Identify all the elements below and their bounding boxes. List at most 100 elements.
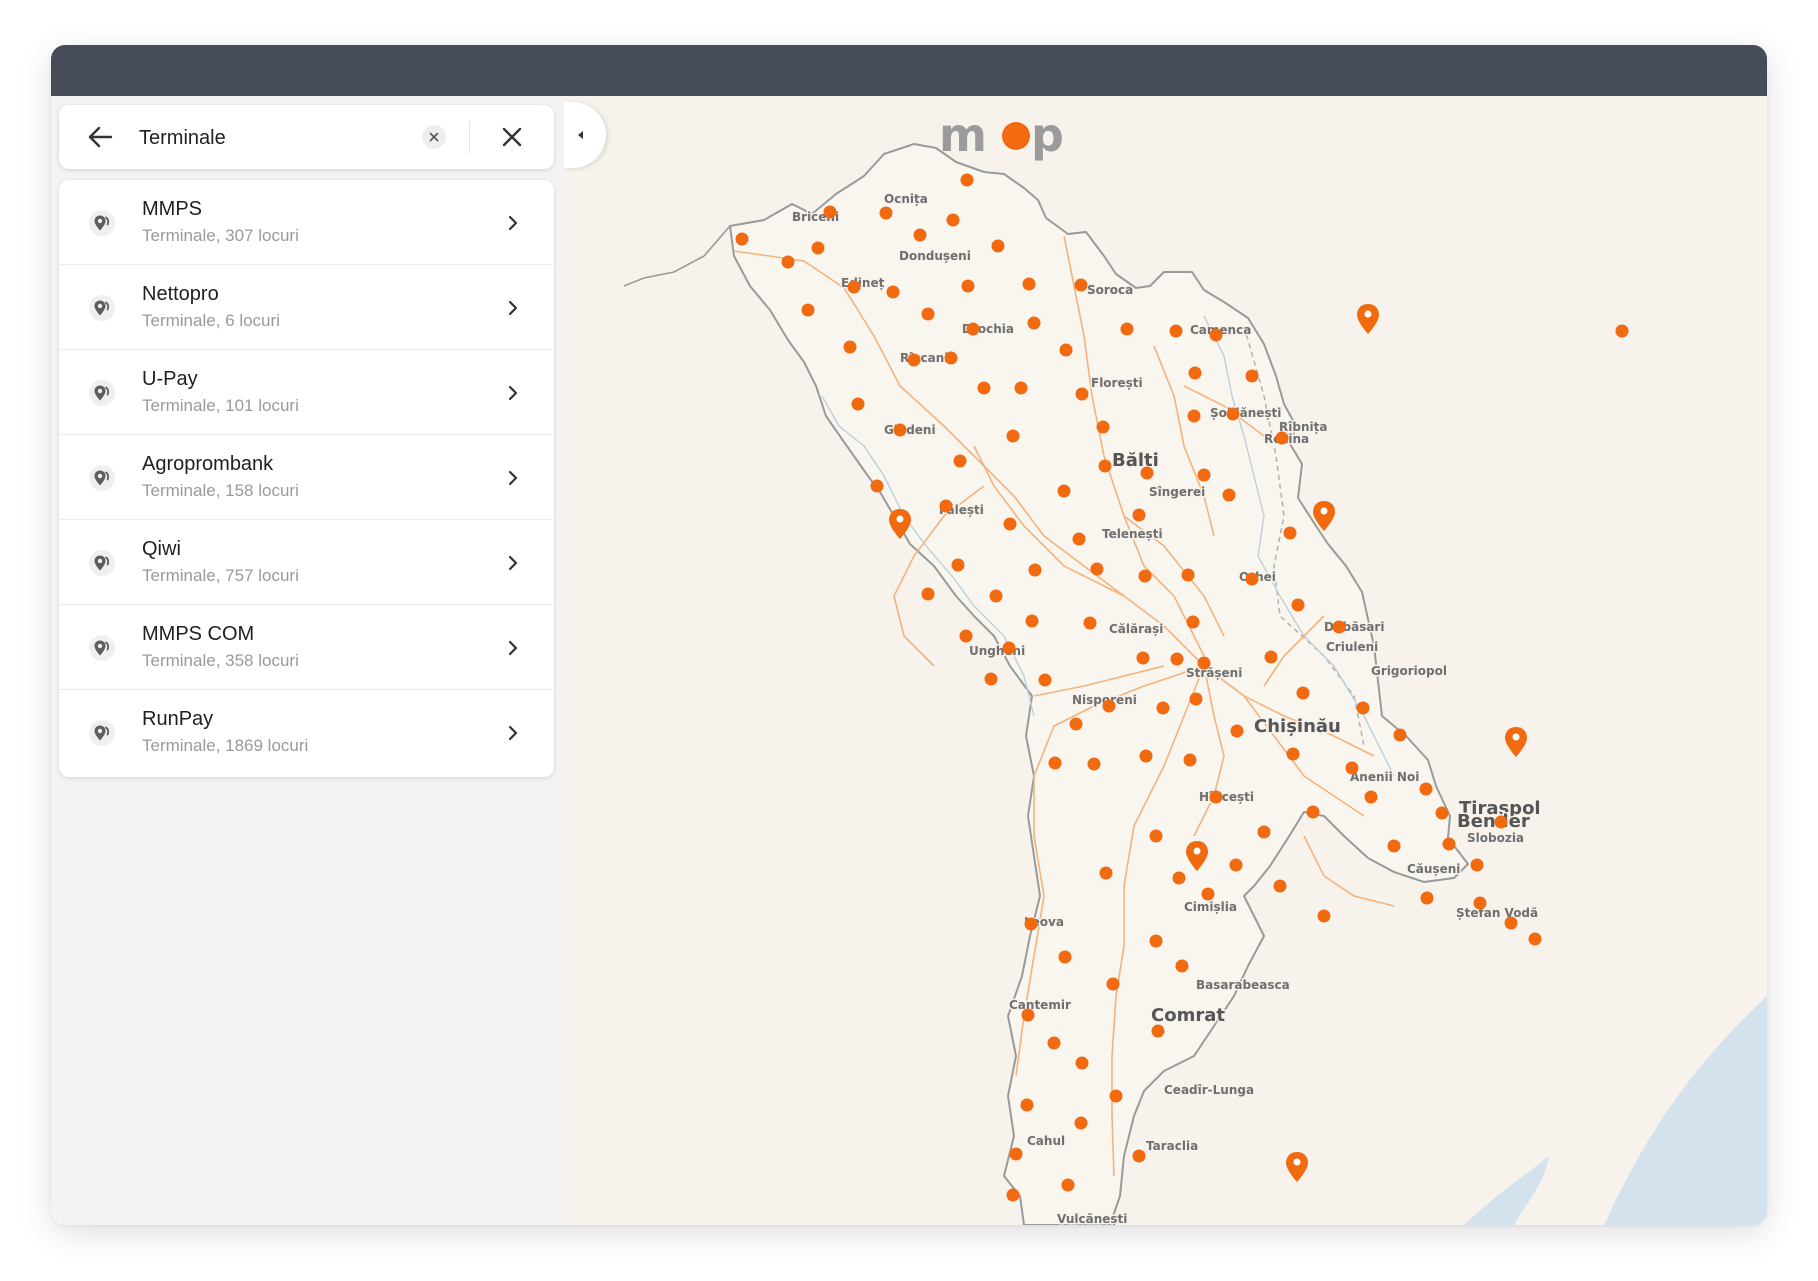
result-item-agroprombank[interactable]: Agroprombank Terminale, 158 locuri	[59, 435, 554, 520]
terminal-marker[interactable]	[1075, 1056, 1089, 1070]
terminal-marker[interactable]	[977, 381, 991, 395]
terminal-marker[interactable]	[1074, 1116, 1088, 1130]
terminal-marker[interactable]	[1230, 724, 1244, 738]
terminal-marker[interactable]	[1197, 468, 1211, 482]
terminal-marker[interactable]	[1245, 369, 1259, 383]
terminal-marker[interactable]	[966, 322, 980, 336]
terminal-marker[interactable]	[1172, 871, 1186, 885]
terminal-marker[interactable]	[1149, 829, 1163, 843]
terminal-marker[interactable]	[886, 285, 900, 299]
terminal-marker[interactable]	[1138, 569, 1152, 583]
terminal-marker[interactable]	[851, 397, 865, 411]
terminal-marker[interactable]	[1420, 891, 1434, 905]
location-pin-icon[interactable]	[1505, 727, 1527, 757]
terminal-marker[interactable]	[1027, 316, 1041, 330]
terminal-marker[interactable]	[1132, 508, 1146, 522]
terminal-marker[interactable]	[1317, 909, 1331, 923]
terminal-marker[interactable]	[811, 241, 825, 255]
terminal-marker[interactable]	[1226, 407, 1240, 421]
terminal-marker[interactable]	[1356, 701, 1370, 715]
terminal-marker[interactable]	[959, 629, 973, 643]
terminal-marker[interactable]	[1286, 747, 1300, 761]
terminal-marker[interactable]	[1186, 615, 1200, 629]
terminal-marker[interactable]	[1393, 728, 1407, 742]
terminal-marker[interactable]	[1188, 366, 1202, 380]
terminal-marker[interactable]	[1120, 322, 1134, 336]
terminal-marker[interactable]	[939, 499, 953, 513]
terminal-marker[interactable]	[946, 213, 960, 227]
terminal-marker[interactable]	[921, 307, 935, 321]
terminal-marker[interactable]	[1149, 934, 1163, 948]
terminal-marker[interactable]	[1025, 614, 1039, 628]
result-item-mmps[interactable]: MMPS Terminale, 307 locuri	[59, 180, 554, 265]
terminal-marker[interactable]	[1494, 815, 1508, 829]
terminal-marker[interactable]	[1170, 652, 1184, 666]
terminal-marker[interactable]	[1442, 837, 1456, 851]
terminal-marker[interactable]	[1059, 343, 1073, 357]
terminal-marker[interactable]	[1419, 782, 1433, 796]
terminal-marker[interactable]	[1022, 277, 1036, 291]
terminal-marker[interactable]	[1083, 616, 1097, 630]
terminal-marker[interactable]	[989, 589, 1003, 603]
terminal-marker[interactable]	[1102, 699, 1116, 713]
terminal-marker[interactable]	[1291, 598, 1305, 612]
terminal-marker[interactable]	[1061, 1178, 1075, 1192]
terminal-marker[interactable]	[1074, 278, 1088, 292]
terminal-marker[interactable]	[1057, 484, 1071, 498]
terminal-marker[interactable]	[1181, 568, 1195, 582]
terminal-marker[interactable]	[893, 423, 907, 437]
terminal-marker[interactable]	[1283, 526, 1297, 540]
terminal-marker[interactable]	[991, 239, 1005, 253]
terminal-marker[interactable]	[1028, 563, 1042, 577]
terminal-marker[interactable]	[735, 232, 749, 246]
terminal-marker[interactable]	[1201, 887, 1215, 901]
terminal-marker[interactable]	[847, 280, 861, 294]
terminal-marker[interactable]	[1140, 466, 1154, 480]
terminal-marker[interactable]	[1096, 420, 1110, 434]
terminal-marker[interactable]	[1169, 324, 1183, 338]
terminal-marker[interactable]	[1209, 790, 1223, 804]
terminal-marker[interactable]	[1257, 825, 1271, 839]
terminal-marker[interactable]	[1387, 839, 1401, 853]
terminal-marker[interactable]	[984, 672, 998, 686]
terminal-marker[interactable]	[1136, 651, 1150, 665]
map-canvas[interactable]: m p Ocnița Briceni Dondușeni Edineț Soro…	[564, 96, 1767, 1225]
result-item-u-pay[interactable]: U-Pay Terminale, 101 locuri	[59, 350, 554, 435]
location-pin-icon[interactable]	[1286, 1152, 1308, 1182]
terminal-marker[interactable]	[1273, 879, 1287, 893]
terminal-marker[interactable]	[1006, 429, 1020, 443]
terminal-marker[interactable]	[1009, 1147, 1023, 1161]
clear-icon[interactable]	[422, 125, 446, 149]
terminal-marker[interactable]	[1090, 562, 1104, 576]
terminal-marker[interactable]	[1473, 896, 1487, 910]
terminal-marker[interactable]	[1003, 517, 1017, 531]
terminal-marker[interactable]	[1087, 757, 1101, 771]
terminal-marker[interactable]	[1132, 1149, 1146, 1163]
terminal-marker[interactable]	[1021, 1008, 1035, 1022]
terminal-marker[interactable]	[1014, 381, 1028, 395]
search-input[interactable]	[137, 121, 441, 155]
terminal-marker[interactable]	[1245, 572, 1259, 586]
terminal-marker[interactable]	[1209, 328, 1223, 342]
terminal-marker[interactable]	[1069, 717, 1083, 731]
terminal-marker[interactable]	[1006, 1188, 1020, 1202]
result-item-runpay[interactable]: RunPay Terminale, 1869 locuri	[59, 690, 554, 775]
terminal-marker[interactable]	[953, 454, 967, 468]
terminal-marker[interactable]	[1075, 387, 1089, 401]
terminal-marker[interactable]	[921, 587, 935, 601]
arrow-left-icon[interactable]	[87, 125, 113, 149]
location-pin-icon[interactable]	[1357, 304, 1379, 334]
terminal-marker[interactable]	[1528, 932, 1542, 946]
terminal-marker[interactable]	[823, 205, 837, 219]
terminal-marker[interactable]	[1296, 686, 1310, 700]
terminal-marker[interactable]	[1187, 409, 1201, 423]
result-item-qiwi[interactable]: Qiwi Terminale, 757 locuri	[59, 520, 554, 605]
terminal-marker[interactable]	[961, 279, 975, 293]
terminal-marker[interactable]	[1615, 324, 1629, 338]
terminal-marker[interactable]	[1175, 959, 1189, 973]
terminal-marker[interactable]	[1470, 858, 1484, 872]
terminal-marker[interactable]	[1275, 431, 1289, 445]
terminal-marker[interactable]	[781, 255, 795, 269]
terminal-marker[interactable]	[1156, 701, 1170, 715]
terminal-marker[interactable]	[1332, 620, 1346, 634]
